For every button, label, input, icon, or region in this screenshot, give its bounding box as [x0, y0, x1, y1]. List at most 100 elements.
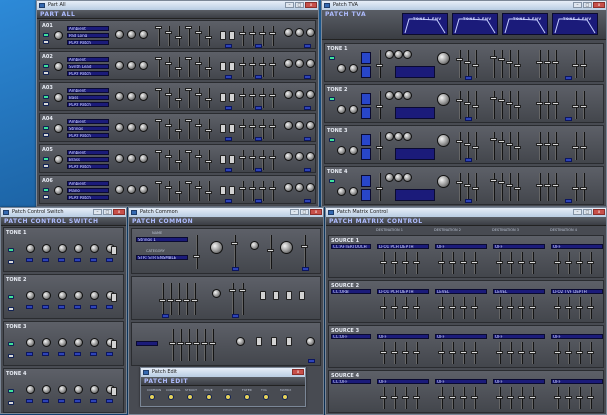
- matrix-slider-handle[interactable]: [587, 305, 594, 309]
- part-switch[interactable]: [220, 93, 226, 102]
- switch-knob[interactable]: [58, 291, 67, 300]
- tone-slider-handle[interactable]: [580, 146, 587, 149]
- switch-knob[interactable]: [58, 385, 67, 394]
- close-button[interactable]: x: [305, 2, 317, 8]
- switch-button[interactable]: [26, 305, 33, 309]
- part-button[interactable]: [255, 75, 262, 79]
- part-slider-handle[interactable]: [269, 187, 276, 190]
- part-slider-track[interactable]: [188, 57, 190, 77]
- part-slider-track[interactable]: [252, 119, 254, 139]
- tone-knob[interactable]: [403, 132, 412, 141]
- source-display[interactable]: CC:AFTERTOUCH: [331, 244, 371, 249]
- part-slider-track[interactable]: [158, 150, 160, 170]
- part-knob[interactable]: [284, 90, 293, 99]
- matrix-slider-handle[interactable]: [554, 350, 561, 354]
- switch-button[interactable]: [58, 258, 65, 262]
- common-button[interactable]: [308, 359, 315, 363]
- matrix-slider-handle[interactable]: [380, 395, 387, 399]
- part-knob[interactable]: [115, 30, 124, 39]
- part-slider-track[interactable]: [198, 88, 200, 108]
- matrix-slider-handle[interactable]: [554, 305, 561, 309]
- part-slider-handle[interactable]: [195, 93, 202, 96]
- part-slider-handle[interactable]: [195, 155, 202, 158]
- destination-display[interactable]: LEVEL: [435, 289, 487, 294]
- tone-slider-handle[interactable]: [506, 184, 513, 188]
- patch-edit-button[interactable]: [206, 394, 212, 400]
- part-slider-handle[interactable]: [155, 88, 162, 91]
- tone-knob[interactable]: [385, 132, 394, 141]
- matrix-slider-handle[interactable]: [529, 305, 536, 309]
- tone-button[interactable]: [565, 158, 572, 162]
- part-knob[interactable]: [54, 186, 63, 195]
- switch-knob[interactable]: [42, 291, 51, 300]
- tone-knob[interactable]: [385, 91, 394, 100]
- part-slider-handle[interactable]: [269, 125, 276, 128]
- part-slider-handle[interactable]: [185, 57, 192, 60]
- part-display[interactable]: Ambient: [67, 57, 109, 62]
- part-slider-track[interactable]: [252, 26, 254, 46]
- part-slider-handle[interactable]: [185, 119, 192, 122]
- patch-edit-button[interactable]: [187, 394, 193, 400]
- close-button[interactable]: x: [113, 209, 125, 215]
- tone-env-knob[interactable]: [437, 93, 450, 106]
- tone-env-knob[interactable]: [437, 175, 450, 188]
- switch-knob[interactable]: [74, 244, 83, 253]
- switch-button[interactable]: [74, 352, 81, 356]
- tone-led[interactable]: [329, 56, 335, 60]
- part-knob[interactable]: [139, 154, 148, 163]
- tone-knob[interactable]: [394, 173, 403, 182]
- part-slider-handle[interactable]: [239, 63, 246, 66]
- common-slider-handle[interactable]: [169, 341, 176, 345]
- matrix-slider-handle[interactable]: [402, 350, 409, 354]
- part-slider-track[interactable]: [168, 88, 170, 108]
- part-slider-handle[interactable]: [195, 62, 202, 65]
- matrix-slider-handle[interactable]: [576, 260, 583, 264]
- part-slider-track[interactable]: [158, 88, 160, 108]
- minimize-button[interactable]: –: [573, 209, 582, 215]
- common-knob[interactable]: [280, 241, 293, 254]
- tone-led[interactable]: [8, 260, 14, 264]
- switch-button[interactable]: [58, 399, 65, 403]
- destination-display[interactable]: OFF: [493, 379, 545, 384]
- part-slider-handle[interactable]: [249, 63, 256, 66]
- tone-led[interactable]: [8, 295, 14, 299]
- tone-knob[interactable]: [403, 91, 412, 100]
- matrix-slider-handle[interactable]: [471, 350, 478, 354]
- common-slider-handle[interactable]: [209, 341, 216, 345]
- part-slider-track[interactable]: [188, 150, 190, 170]
- tone-slider-handle[interactable]: [514, 64, 521, 67]
- switch-button[interactable]: [74, 399, 81, 403]
- part-slider-handle[interactable]: [269, 32, 276, 35]
- part-knob[interactable]: [295, 121, 304, 130]
- part-slider-track[interactable]: [198, 150, 200, 170]
- part-slider-track[interactable]: [198, 57, 200, 77]
- tone-knob[interactable]: [394, 50, 403, 59]
- part-slider-handle[interactable]: [269, 94, 276, 97]
- matrix-slider-handle[interactable]: [507, 395, 514, 399]
- part-button[interactable]: [255, 137, 262, 141]
- tone-knob[interactable]: [337, 146, 346, 155]
- matrix-slider-handle[interactable]: [565, 305, 572, 309]
- part-slider-track[interactable]: [242, 88, 244, 108]
- tone-slider-handle[interactable]: [506, 102, 513, 106]
- part-display[interactable]: Ambient: [67, 26, 109, 31]
- part-knob[interactable]: [127, 154, 136, 163]
- common-slider-track[interactable]: [242, 283, 244, 315]
- switch-button[interactable]: [42, 399, 49, 403]
- switch-button[interactable]: [42, 352, 49, 356]
- part-knob[interactable]: [127, 123, 136, 132]
- part-slider-track[interactable]: [252, 181, 254, 201]
- common-knob[interactable]: [250, 241, 259, 250]
- tone-button[interactable]: [465, 76, 472, 80]
- part-slider-track[interactable]: [188, 119, 190, 139]
- part-slider-handle[interactable]: [205, 98, 212, 101]
- patch-edit-button[interactable]: [244, 394, 250, 400]
- part-slider-track[interactable]: [242, 119, 244, 139]
- minimize-button[interactable]: –: [285, 2, 294, 8]
- tone-button[interactable]: [565, 117, 572, 121]
- matrix-slider-handle[interactable]: [413, 260, 420, 264]
- part-slider-track[interactable]: [168, 57, 170, 77]
- part-slider-handle[interactable]: [259, 94, 266, 97]
- part-switch[interactable]: [229, 186, 235, 195]
- tone-slider-handle[interactable]: [456, 140, 463, 144]
